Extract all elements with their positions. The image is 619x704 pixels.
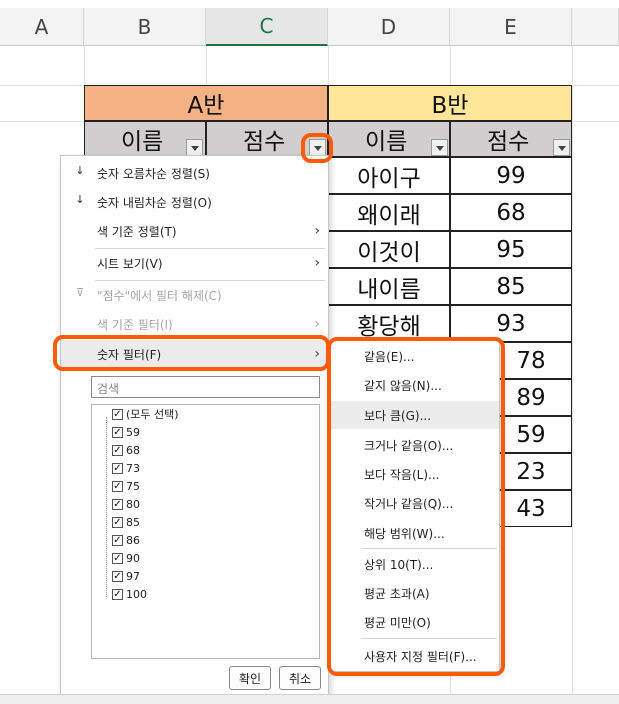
menu-label: 시트 보기(V) bbox=[97, 256, 163, 271]
column-header-b[interactable]: B bbox=[84, 8, 206, 46]
menu-item-filter-by-color[interactable]: 색 기준 필터(I) › bbox=[61, 310, 328, 338]
menu-label: "점수"에서 필터 해제(C) bbox=[97, 288, 222, 303]
filter-values-list[interactable]: ✓ (모두 선택) ✓ 59 ✓ 68 ✓ 73 ✓ 75 ✓ 80 ✓ 85 ✓ 86 ✓ 90… bbox=[91, 404, 320, 659]
chevron-right-icon: › bbox=[314, 255, 320, 271]
list-item[interactable]: ✓ 97 bbox=[112, 567, 140, 585]
list-item[interactable]: ✓ 85 bbox=[112, 513, 140, 531]
menu-label: 색 기준 정렬(T) bbox=[97, 224, 177, 239]
list-item[interactable]: ✓ 59 bbox=[112, 423, 140, 441]
checkbox[interactable]: ✓ bbox=[112, 552, 123, 564]
list-item[interactable]: ✓ 100 bbox=[112, 585, 147, 603]
sort-descending-icon: ↓ bbox=[75, 193, 85, 206]
list-item-select-all[interactable]: ✓ (모두 선택) bbox=[112, 405, 179, 423]
checkbox[interactable]: ✓ bbox=[112, 570, 123, 582]
menu-label: 색 기준 필터(I) bbox=[97, 317, 173, 332]
chevron-right-icon: › bbox=[314, 223, 320, 239]
list-item-label: 80 bbox=[126, 497, 140, 511]
header-label: 이름 bbox=[365, 129, 408, 155]
column-header-c[interactable]: C bbox=[206, 8, 328, 46]
checkbox[interactable]: ✓ bbox=[112, 516, 123, 528]
list-item[interactable]: ✓ 80 bbox=[112, 495, 140, 513]
header-label: 이름 bbox=[121, 129, 164, 155]
cell-score[interactable]: 68 bbox=[450, 194, 572, 231]
menu-label: 숫자 내림차순 정렬(O) bbox=[97, 195, 212, 210]
clear-filter-icon: ⊽ bbox=[75, 286, 85, 299]
search-input[interactable]: 검색 bbox=[91, 376, 320, 398]
ok-button[interactable]: 확인 bbox=[229, 666, 271, 690]
cell-score[interactable]: 95 bbox=[450, 231, 572, 268]
list-item-label: 68 bbox=[126, 443, 140, 457]
list-item-label: 75 bbox=[126, 479, 140, 493]
checkbox[interactable]: ✓ bbox=[112, 498, 123, 510]
checkbox[interactable]: ✓ bbox=[112, 534, 123, 546]
checkbox[interactable]: ✓ bbox=[112, 426, 123, 438]
checkbox[interactable]: ✓ bbox=[112, 444, 123, 456]
sort-ascending-icon: ↓ bbox=[75, 164, 85, 177]
chevron-right-icon: › bbox=[314, 316, 320, 332]
cancel-button[interactable]: 취소 bbox=[279, 666, 321, 690]
filter-dropdown-button[interactable] bbox=[431, 139, 448, 156]
cell-name[interactable]: 내이름 bbox=[328, 268, 450, 305]
checkbox[interactable]: ✓ bbox=[112, 480, 123, 492]
column-header-d[interactable]: D bbox=[328, 8, 450, 46]
cell-name[interactable]: 왜이래 bbox=[328, 194, 450, 231]
menu-item-sort-ascending[interactable]: ↓ 숫자 오름차순 정렬(S) bbox=[61, 159, 328, 187]
list-item[interactable]: ✓ 75 bbox=[112, 477, 140, 495]
header-label: 점수 bbox=[243, 129, 286, 155]
list-item-label: 85 bbox=[126, 515, 140, 529]
menu-item-sort-descending[interactable]: ↓ 숫자 내림차순 정렬(O) bbox=[61, 188, 328, 216]
column-header-f[interactable] bbox=[572, 8, 619, 46]
cell-name[interactable]: 이것이 bbox=[328, 231, 450, 268]
highlight-submenu bbox=[327, 337, 505, 676]
list-item-label: 90 bbox=[126, 551, 140, 565]
tree-lines bbox=[106, 417, 107, 597]
menu-item-clear-filter[interactable]: ⊽ "점수"에서 필터 해제(C) bbox=[61, 281, 328, 309]
group-header-a[interactable]: A반 bbox=[84, 85, 328, 121]
group-header-b[interactable]: B반 bbox=[328, 85, 572, 121]
filter-dropdown-button[interactable] bbox=[553, 139, 570, 156]
cell-name[interactable]: 아이구 bbox=[328, 157, 450, 194]
highlight-number-filter-item bbox=[53, 335, 330, 371]
list-item[interactable]: ✓ 68 bbox=[112, 441, 140, 459]
list-item-label: 73 bbox=[126, 461, 140, 475]
list-item[interactable]: ✓ 73 bbox=[112, 459, 140, 477]
checkbox[interactable]: ✓ bbox=[112, 462, 123, 474]
list-item-label: (모두 선택) bbox=[126, 408, 179, 421]
list-item-label: 97 bbox=[126, 569, 140, 583]
list-item[interactable]: ✓ 90 bbox=[112, 549, 140, 567]
header-label: 점수 bbox=[487, 129, 530, 155]
list-item[interactable]: ✓ 86 bbox=[112, 531, 140, 549]
column-header-e[interactable]: E bbox=[450, 8, 572, 46]
menu-label: 숫자 오름차순 정렬(S) bbox=[97, 166, 210, 181]
column-header-a[interactable]: A bbox=[0, 8, 84, 46]
list-item-label: 59 bbox=[126, 425, 140, 439]
autofilter-menu: ↓ 숫자 오름차순 정렬(S) ↓ 숫자 내림차순 정렬(O) 색 기준 정렬(T)… bbox=[60, 155, 329, 695]
cell-score[interactable]: 99 bbox=[450, 157, 572, 194]
filter-dropdown-button[interactable] bbox=[186, 139, 203, 156]
cell-score[interactable]: 85 bbox=[450, 268, 572, 305]
checkbox[interactable]: ✓ bbox=[112, 408, 123, 420]
list-item-label: 86 bbox=[126, 533, 140, 547]
sheet-tab-bar[interactable] bbox=[0, 694, 619, 704]
menu-item-sheet-view[interactable]: 시트 보기(V) › bbox=[61, 249, 328, 277]
menu-item-sort-by-color[interactable]: 색 기준 정렬(T) › bbox=[61, 217, 328, 245]
list-item-label: 100 bbox=[126, 587, 147, 601]
checkbox[interactable]: ✓ bbox=[112, 588, 123, 600]
highlight-filter-button bbox=[301, 133, 333, 163]
